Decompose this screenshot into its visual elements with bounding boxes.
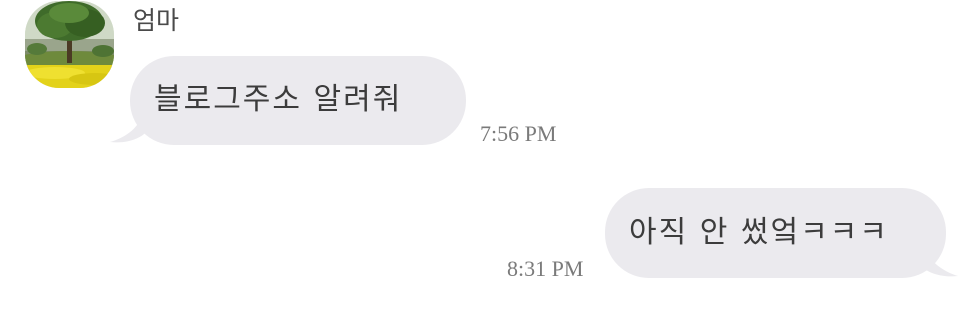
- contact-name: 엄마: [133, 6, 180, 35]
- avatar[interactable]: [25, 1, 114, 88]
- outgoing-message-bubble[interactable]: 아직 안 썼엌ㅋㅋㅋ: [605, 188, 946, 278]
- message-timestamp: 8:31 PM: [507, 256, 584, 281]
- incoming-message-bubble[interactable]: 블로그주소 알려줘: [130, 56, 466, 145]
- message-text: 아직 안 썼엌ㅋㅋㅋ: [629, 215, 889, 250]
- message-text: 블로그주소 알려줘: [154, 82, 403, 117]
- tree-photo-avatar-icon: [25, 1, 114, 88]
- message-timestamp: 7:56 PM: [480, 121, 557, 146]
